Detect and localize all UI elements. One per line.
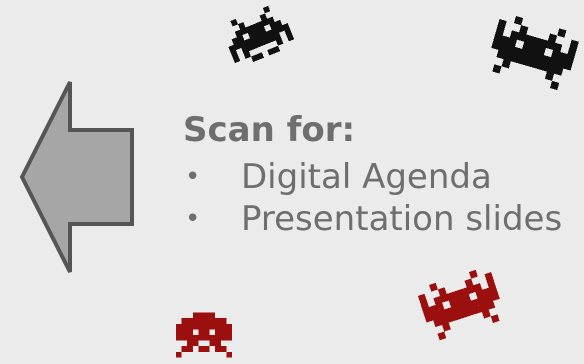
list-item: • Digital Agenda [183,156,573,198]
scan-info: Scan for: • Digital Agenda • Presentatio… [183,110,573,240]
bullet-marker: • [185,204,201,234]
space-invader-icon [228,5,295,64]
space-invader-icon [176,312,232,358]
space-invader-icon [491,15,579,91]
bullet-marker: • [185,162,201,192]
scan-list: • Digital Agenda • Presentation slides [183,156,573,240]
list-item: • Presentation slides [183,198,573,240]
left-arrow-icon [19,81,134,273]
list-item-text: Presentation slides [241,199,563,239]
slide-canvas: Scan for: • Digital Agenda • Presentatio… [0,0,584,364]
scan-heading: Scan for: [183,110,356,150]
list-item-text: Digital Agenda [241,157,492,197]
space-invader-icon [417,269,500,341]
